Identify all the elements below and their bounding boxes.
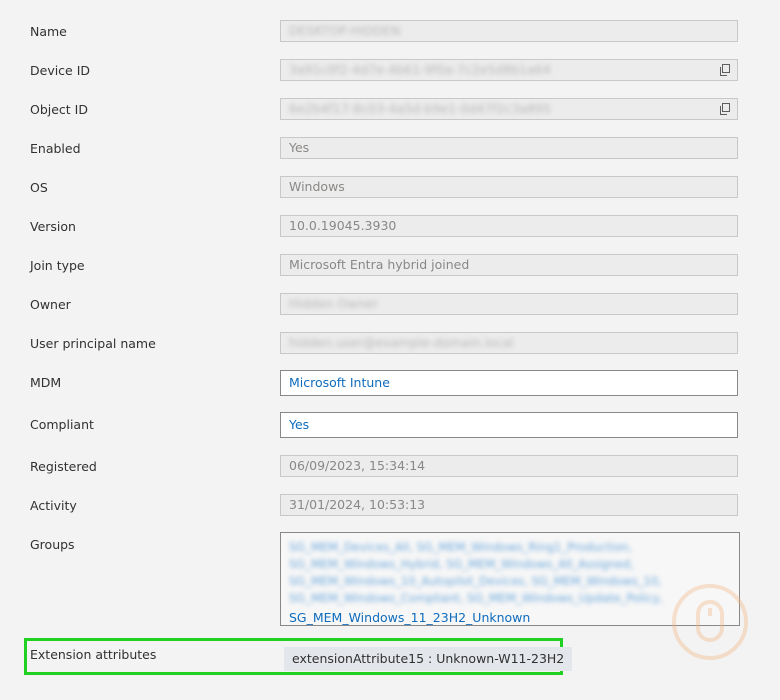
compliant-link[interactable]: Yes	[289, 417, 309, 432]
name-value: DESKTOP-HIDDEN	[289, 23, 401, 38]
upn-field[interactable]: hidden.user@example-domain.local	[280, 332, 738, 354]
name-label: Name	[30, 24, 67, 39]
version-field[interactable]: 10.0.19045.3930	[280, 215, 738, 237]
group-item[interactable]: SG_MEM_Windows_10_Autopilot_Devices, SG_…	[289, 573, 731, 590]
name-field[interactable]: DESKTOP-HIDDEN	[280, 20, 738, 42]
upn-label: User principal name	[30, 336, 156, 351]
os-value: Windows	[289, 179, 345, 194]
join-type-value: Microsoft Entra hybrid joined	[289, 257, 470, 272]
group-item[interactable]: SG_MEM_Windows_Hybrid, SG_MEM_Windows_Al…	[289, 556, 731, 573]
group-item[interactable]: SG_MEM_Windows_11_23H2_Unknown	[289, 609, 731, 627]
mouse-logo-icon	[672, 584, 748, 660]
os-label: OS	[30, 180, 48, 195]
mdm-label: MDM	[30, 375, 62, 390]
compliant-label: Compliant	[30, 417, 94, 432]
version-value: 10.0.19045.3930	[289, 218, 397, 233]
mdm-field[interactable]: Microsoft Intune	[280, 370, 738, 396]
owner-field[interactable]: Hidden Owner	[280, 293, 738, 315]
device-id-field[interactable]: 3a91c0f2-4d7e-4b61-9f0a-7c2e5d8b1a64	[280, 59, 738, 81]
device-id-value: 3a91c0f2-4d7e-4b61-9f0a-7c2e5d8b1a64	[289, 62, 551, 77]
object-id-label: Object ID	[30, 102, 88, 117]
activity-field[interactable]: 31/01/2024, 10:53:13	[280, 494, 738, 516]
copy-icon[interactable]	[719, 64, 731, 76]
extension-label: Extension attributes	[30, 647, 157, 662]
extension-attribute-chip[interactable]: extensionAttribute15 : Unknown-W11-23H2	[284, 647, 573, 671]
object-id-value: 6e2b4f17-8c03-4a5d-b9e1-0d47f2c3a895	[289, 101, 552, 116]
registered-label: Registered	[30, 459, 97, 474]
group-item[interactable]: SG_MEM_Windows_Compliant, SG_MEM_Windows…	[289, 590, 731, 607]
registered-value: 06/09/2023, 15:34:14	[289, 458, 426, 473]
groups-label: Groups	[30, 537, 75, 552]
os-field[interactable]: Windows	[280, 176, 738, 198]
enabled-label: Enabled	[30, 141, 81, 156]
enabled-field[interactable]: Yes	[280, 137, 738, 159]
version-label: Version	[30, 219, 76, 234]
enabled-value: Yes	[289, 140, 310, 155]
upn-value: hidden.user@example-domain.local	[289, 335, 514, 350]
mdm-link[interactable]: Microsoft Intune	[289, 375, 390, 390]
copy-icon[interactable]	[719, 103, 731, 115]
join-type-field[interactable]: Microsoft Entra hybrid joined	[280, 254, 738, 276]
registered-field[interactable]: 06/09/2023, 15:34:14	[280, 455, 738, 477]
activity-label: Activity	[30, 498, 77, 513]
compliant-field[interactable]: Yes	[280, 412, 738, 438]
join-type-label: Join type	[30, 258, 85, 273]
activity-value: 31/01/2024, 10:53:13	[289, 497, 426, 512]
owner-value: Hidden Owner	[289, 296, 379, 311]
owner-label: Owner	[30, 297, 71, 312]
device-id-label: Device ID	[30, 63, 91, 78]
object-id-field[interactable]: 6e2b4f17-8c03-4a5d-b9e1-0d47f2c3a895	[280, 98, 738, 120]
group-item[interactable]: SG_MEM_Devices_All, SG_MEM_Windows_Ring1…	[289, 539, 731, 556]
